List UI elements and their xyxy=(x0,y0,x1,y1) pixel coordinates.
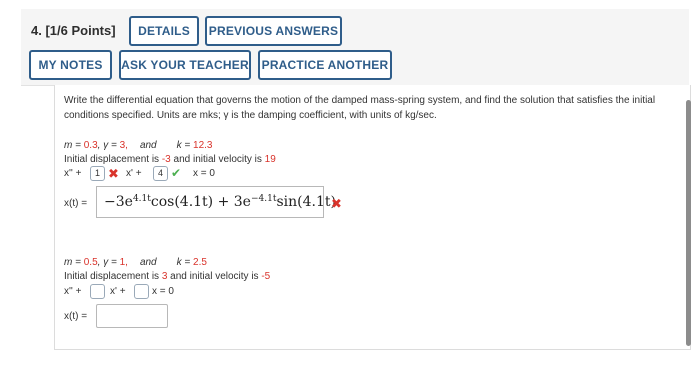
part1-gamma-value: 3, xyxy=(119,140,128,151)
my-notes-button[interactable]: MY NOTES xyxy=(29,50,112,80)
incorrect-x-icon: ✖ xyxy=(108,166,119,181)
part2-xt-label: x(t) = xyxy=(64,311,88,322)
part2-velocity: -5 xyxy=(261,271,271,282)
part2-initial-conditions: Initial displacement is 3 and initial ve… xyxy=(64,271,271,282)
part1-stiffness-input[interactable]: 4 xyxy=(153,166,168,181)
part2-solution-input[interactable] xyxy=(96,304,168,328)
part1-k-value: 12.3 xyxy=(193,140,213,151)
details-button[interactable]: DETAILS xyxy=(129,16,199,46)
part1-displacement: -3 xyxy=(161,154,171,165)
part1-damping-input[interactable]: 1 xyxy=(90,166,105,181)
part2-eq-xp: x' + xyxy=(110,286,126,297)
part1-m-value: 0.3 xyxy=(83,140,98,151)
part2-damping-input[interactable] xyxy=(90,284,105,299)
part1-xt-label: x(t) = xyxy=(64,198,88,209)
part1-eq-x: x = 0 xyxy=(193,168,215,179)
part2-eq-x: x = 0 xyxy=(152,286,174,297)
previous-answers-button[interactable]: PREVIOUS ANSWERS xyxy=(205,16,342,46)
part1-solution-input[interactable]: −3e 4.1t cos(4.1t) + 3e −4.1t sin(4.1t) xyxy=(96,186,336,218)
part1-parameters: m = 0.3, γ = 3, and k = 12.3 xyxy=(64,140,213,151)
part2-parameters: m = 0.5, γ = 1, and k = 2.5 xyxy=(64,257,207,268)
scrollbar[interactable] xyxy=(686,100,691,346)
ask-teacher-button[interactable]: ASK YOUR TEACHER xyxy=(119,50,251,80)
part1-eq-xp: x' + xyxy=(126,168,142,179)
part1-velocity: 19 xyxy=(264,154,276,165)
question-title: 4. [1/6 Points] xyxy=(31,23,116,38)
question-prompt: Write the differential equation that gov… xyxy=(64,95,656,121)
part2-k-value: 2.5 xyxy=(193,257,207,268)
correct-check-icon: ✔ xyxy=(171,166,182,180)
part1-eq-xpp: x'' + xyxy=(64,168,82,179)
incorrect-x-icon: ✖ xyxy=(331,196,342,211)
part2-stiffness-input[interactable] xyxy=(134,284,149,299)
part2-gamma-value: 1, xyxy=(119,257,128,268)
part2-eq-xpp: x'' + xyxy=(64,286,82,297)
part2-m-value: 0.5 xyxy=(83,257,98,268)
practice-another-button[interactable]: PRACTICE ANOTHER xyxy=(258,50,392,80)
part1-initial-conditions: Initial displacement is -3 and initial v… xyxy=(64,154,276,165)
